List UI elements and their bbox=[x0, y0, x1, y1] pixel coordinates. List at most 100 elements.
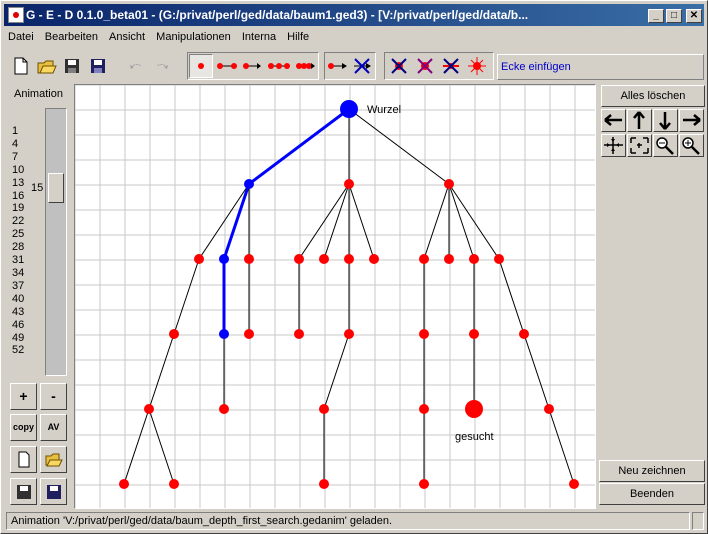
visited-node bbox=[340, 100, 358, 118]
tick-label: 31 bbox=[12, 254, 25, 267]
animation-panel: Animation 1 4 7 10 13 16 19 22 25 28 31 … bbox=[7, 84, 70, 509]
slider-thumb[interactable] bbox=[48, 173, 64, 203]
new-animation-button[interactable] bbox=[10, 446, 37, 473]
zoom-out-icon[interactable] bbox=[653, 134, 678, 157]
add-multi-icon[interactable] bbox=[293, 54, 317, 78]
save-animation-button[interactable] bbox=[10, 478, 37, 505]
tick-label: 37 bbox=[12, 279, 25, 292]
graph-node bbox=[169, 329, 179, 339]
graph-edge bbox=[548, 408, 575, 485]
add-vertex-icon[interactable] bbox=[189, 54, 213, 78]
tick-label: 16 bbox=[12, 189, 25, 202]
app-icon bbox=[8, 7, 24, 23]
graph-node bbox=[294, 329, 304, 339]
size-grip bbox=[692, 512, 704, 530]
redraw-button[interactable]: Neu zeichnen bbox=[599, 460, 705, 482]
graph-node bbox=[469, 254, 479, 264]
graph-node bbox=[119, 479, 129, 489]
av-button[interactable]: AV bbox=[40, 414, 67, 441]
save-animation-as-button[interactable] bbox=[40, 478, 67, 505]
view-panel: Alles löschen Neu zeichnen Beenden bbox=[598, 84, 705, 509]
menu-interna[interactable]: Interna bbox=[238, 29, 280, 45]
maximize-button[interactable]: □ bbox=[666, 9, 682, 23]
graph-node bbox=[444, 179, 454, 189]
shrink-icon[interactable] bbox=[601, 134, 626, 157]
graph-edge bbox=[323, 333, 350, 410]
graph-node bbox=[519, 329, 529, 339]
graph-edge bbox=[173, 258, 200, 335]
title-bar: G - E - D 0.1.0_beta01 - (G:/privat/perl… bbox=[4, 4, 704, 26]
copy-button[interactable]: copy bbox=[10, 414, 37, 441]
delete-selection-icon[interactable] bbox=[413, 54, 437, 78]
open-folder-icon[interactable] bbox=[34, 54, 58, 78]
menu-hilfe[interactable]: Hilfe bbox=[283, 29, 313, 45]
open-animation-button[interactable] bbox=[40, 446, 67, 473]
graph-node bbox=[144, 404, 154, 414]
tick-label: 7 bbox=[12, 150, 19, 163]
tick-label: 43 bbox=[12, 305, 25, 318]
save-as-icon[interactable] bbox=[86, 54, 110, 78]
new-file-icon[interactable] bbox=[8, 54, 32, 78]
save-icon[interactable] bbox=[60, 54, 84, 78]
delete-vertex-icon[interactable] bbox=[387, 54, 411, 78]
graph-edge bbox=[523, 333, 550, 410]
graph-node bbox=[344, 179, 354, 189]
graph-edge bbox=[348, 183, 375, 260]
tick-label: 22 bbox=[12, 215, 25, 228]
add-path-icon[interactable] bbox=[241, 54, 265, 78]
visited-node bbox=[219, 329, 229, 339]
graph-node bbox=[244, 254, 254, 264]
graph-edge bbox=[323, 183, 350, 260]
arrow-left-icon[interactable] bbox=[601, 109, 626, 132]
minimize-button[interactable]: _ bbox=[648, 9, 664, 23]
arrow-up-icon[interactable] bbox=[627, 109, 652, 132]
undo-icon[interactable] bbox=[124, 54, 148, 78]
arrow-right-icon[interactable] bbox=[679, 109, 704, 132]
visited-edge bbox=[222, 183, 251, 260]
move-vertex-icon[interactable] bbox=[465, 54, 489, 78]
menu-ansicht[interactable]: Ansicht bbox=[105, 29, 149, 45]
graph-node bbox=[419, 479, 429, 489]
visited-node bbox=[244, 179, 254, 189]
arrow-down-icon[interactable] bbox=[653, 109, 678, 132]
graph-edge bbox=[123, 408, 150, 485]
menu-manipulationen[interactable]: Manipulationen bbox=[152, 29, 235, 45]
menu-datei[interactable]: Datei bbox=[4, 29, 38, 45]
directed-edge-icon[interactable] bbox=[326, 54, 350, 78]
slider-value: 15 bbox=[31, 182, 44, 194]
graph-node bbox=[319, 479, 329, 489]
add-edge-icon[interactable] bbox=[215, 54, 239, 78]
graph-node bbox=[419, 329, 429, 339]
graph-node bbox=[319, 254, 329, 264]
fit-icon[interactable] bbox=[627, 134, 652, 157]
clear-all-button[interactable]: Alles löschen bbox=[601, 85, 705, 107]
target-label: gesucht bbox=[455, 431, 494, 443]
graph-node bbox=[544, 404, 554, 414]
visited-node bbox=[219, 254, 229, 264]
tick-label: 13 bbox=[12, 176, 25, 189]
quit-button[interactable]: Beenden bbox=[599, 483, 705, 505]
window-title: G - E - D 0.1.0_beta01 - (G:/privat/perl… bbox=[26, 8, 529, 22]
add-chain-icon[interactable] bbox=[267, 54, 291, 78]
animation-label: Animation bbox=[14, 88, 63, 100]
animation-slider[interactable] bbox=[45, 108, 67, 376]
graph-node bbox=[369, 254, 379, 264]
zoom-in-icon[interactable] bbox=[679, 134, 704, 157]
graph-node bbox=[344, 329, 354, 339]
tick-label: 40 bbox=[12, 292, 25, 305]
tick-label: 34 bbox=[12, 266, 25, 279]
close-button[interactable]: ✕ bbox=[686, 9, 702, 23]
plus-button[interactable]: + bbox=[10, 383, 37, 410]
redo-icon[interactable] bbox=[150, 54, 174, 78]
graph-node bbox=[294, 254, 304, 264]
graph-edge bbox=[448, 183, 500, 260]
minus-button[interactable]: - bbox=[40, 383, 67, 410]
graph-edge bbox=[198, 183, 250, 260]
graph-edge bbox=[348, 108, 450, 185]
menu-bar: Datei Bearbeiten Ansicht Manipulationen … bbox=[4, 29, 704, 47]
graph-canvas[interactable]: Wurzel gesucht bbox=[74, 84, 596, 509]
delete-edge-icon[interactable] bbox=[350, 54, 374, 78]
menu-bearbeiten[interactable]: Bearbeiten bbox=[41, 29, 102, 45]
delete-all-icon[interactable] bbox=[439, 54, 463, 78]
graph-node bbox=[169, 479, 179, 489]
